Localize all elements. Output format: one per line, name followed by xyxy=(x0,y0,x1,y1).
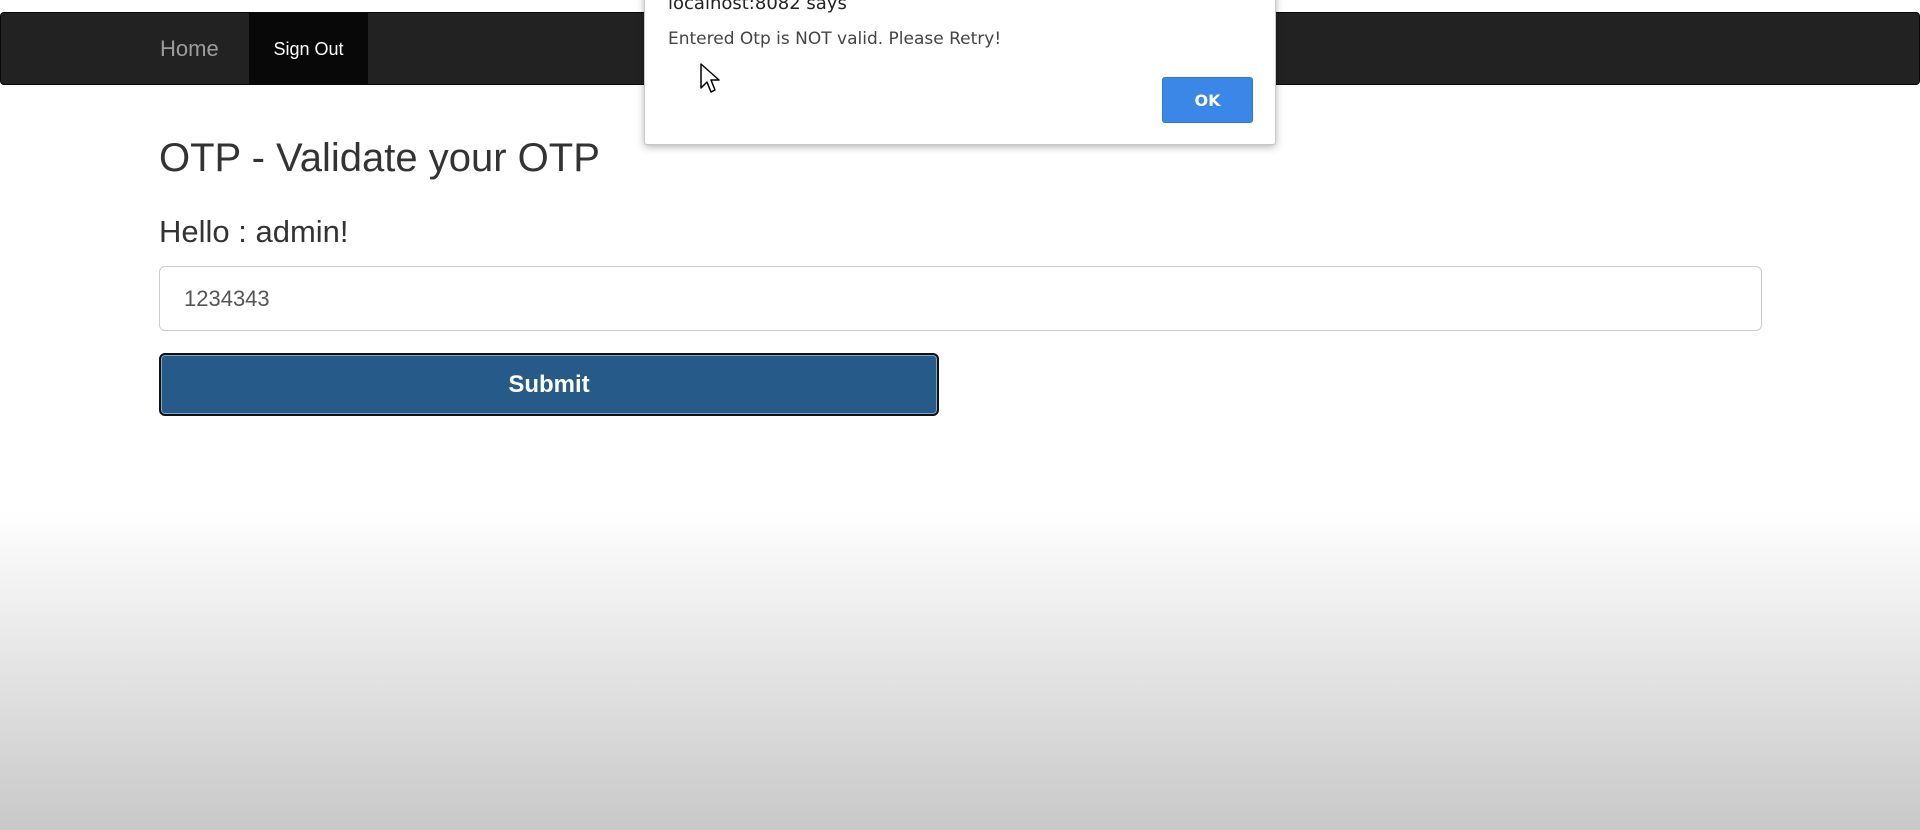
submit-button[interactable]: Submit xyxy=(159,353,939,416)
nav-home-link[interactable]: Home xyxy=(141,13,238,85)
greeting-text: Hello : admin! xyxy=(159,214,349,249)
page-title: OTP - Validate your OTP xyxy=(159,136,600,180)
alert-dialog-message: Entered Otp is NOT valid. Please Retry! xyxy=(668,29,1002,49)
alert-dialog: localhost:8082 says Entered Otp is NOT v… xyxy=(644,0,1276,145)
alert-ok-button[interactable]: OK xyxy=(1162,77,1253,123)
nav-sign-out-link[interactable]: Sign Out xyxy=(249,13,368,85)
otp-input[interactable] xyxy=(159,266,1762,331)
mouse-pointer-icon xyxy=(700,63,720,93)
alert-dialog-title: localhost:8082 says xyxy=(668,0,847,14)
